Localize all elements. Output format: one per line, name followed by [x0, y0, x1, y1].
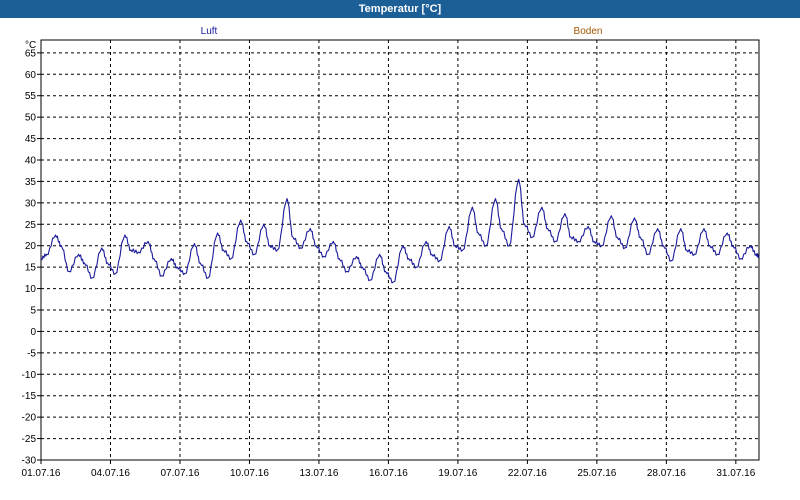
x-tick-label: 10.07.16: [230, 468, 269, 479]
y-tick-label: 25: [25, 220, 37, 231]
y-tick-label: 15: [25, 263, 37, 274]
legend: Luft Boden: [201, 26, 603, 37]
x-tick-label: 13.07.16: [299, 468, 338, 479]
x-tick-label: 25.07.16: [577, 468, 616, 479]
y-tick-label: 55: [25, 91, 37, 102]
y-tick-label: -15: [22, 391, 37, 402]
y-tick-label: 40: [25, 156, 37, 167]
x-tick-label: 01.07.16: [22, 468, 61, 479]
y-tick-label: 0: [30, 327, 36, 338]
y-axis: 65605550454035302520151050-5-10-15-20-25…: [22, 48, 41, 467]
x-tick-label: 19.07.16: [438, 468, 477, 479]
x-tick-label: 04.07.16: [91, 468, 130, 479]
y-tick-label: 30: [25, 198, 37, 209]
y-tick-label: 35: [25, 177, 37, 188]
y-tick-label: 20: [25, 241, 37, 252]
y-axis-label: °C: [25, 40, 36, 51]
legend-item-boden: Boden: [574, 26, 603, 37]
y-tick-label: -30: [22, 456, 37, 467]
x-tick-label: 07.07.16: [160, 468, 199, 479]
x-tick-label: 22.07.16: [508, 468, 547, 479]
y-tick-label: -25: [22, 434, 37, 445]
x-tick-label: 31.07.16: [716, 468, 755, 479]
y-tick-label: -20: [22, 413, 37, 424]
series-group: [40, 178, 760, 284]
y-tick-label: 5: [30, 306, 36, 317]
series-line-luft: [40, 178, 760, 284]
x-axis: 01.07.16 04.07.16 07.07.16 10.07.16 13.07.16…: [22, 460, 756, 479]
y-tick-label: 10: [25, 284, 37, 295]
y-tick-label: 45: [25, 134, 37, 145]
x-tick-label: 28.07.16: [647, 468, 686, 479]
x-tick-label: 16.07.16: [369, 468, 408, 479]
temperature-chart: 65605550454035302520151050-5-10-15-20-25…: [22, 26, 760, 479]
y-tick-label: 50: [25, 113, 37, 124]
legend-item-luft: Luft: [201, 26, 218, 37]
y-tick-label: -5: [27, 348, 36, 359]
chart-window: Temperatur [°C] 65 60 55 50 45 40 35 30 25 20 15 10…: [0, 0, 800, 500]
grid: [41, 40, 759, 460]
y-tick-label: -10: [22, 370, 37, 381]
plot-frame: [40, 39, 760, 461]
y-tick-label: 60: [25, 70, 37, 81]
window-title: Temperatur [°C]: [0, 0, 800, 18]
